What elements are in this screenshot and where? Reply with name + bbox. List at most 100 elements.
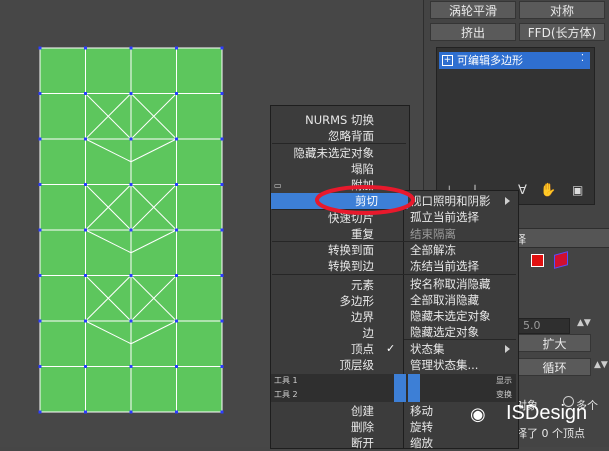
vertex [84,365,87,368]
remove-modifier-icon[interactable]: ✋ [540,183,556,198]
menu-left-item-label: 元素 [351,278,374,292]
menu-left-item[interactable]: 断开 [272,435,380,451]
submenu-arrow-icon [505,345,510,353]
quad-title-left: 工具 1 [274,376,298,385]
vertex [38,228,42,232]
vertex [38,183,42,186]
menu-left-item[interactable]: 顶点 ✓ [272,341,395,357]
vertex [129,92,133,95]
menu-separator [404,274,516,275]
menu-left-item-label: 多边形 [339,294,375,308]
menu-left-item[interactable]: 转换到边 [272,258,380,274]
menu-right-item-label: 结束隔离 [410,227,456,241]
menu-separator [272,241,406,242]
expand-plus-icon[interactable]: + [442,55,453,66]
menu-left-item[interactable]: 元素 [272,277,380,293]
menu-left-item-label: 隐藏未选定对象 [293,146,375,160]
vertex [220,137,224,141]
spinner-arrows-icon[interactable]: ▲▼ [577,318,591,328]
menu-right-item[interactable]: 结束隔离 [404,226,516,242]
menu-right-item-label: 缩放 [410,436,433,450]
menu-left-item[interactable]: 塌陷 [272,161,380,177]
menu-right-item[interactable]: 冻结当前选择 [404,258,516,274]
vertex [129,319,133,323]
element-mode-icon[interactable] [531,254,544,267]
menu-left-item[interactable]: 忽略背面 [272,128,380,144]
menu-right-item[interactable]: 按名称取消隐藏 [404,276,516,292]
vertex [175,183,178,186]
menu-left-item-label: NURMS 切换 [305,113,374,127]
vertex [220,365,224,368]
menu-left-item[interactable]: 删除 [272,419,380,435]
menu-right-item-label: 隐藏选定对象 [410,325,479,339]
menu-left-item-label: 删除 [351,420,374,434]
vertex [84,183,87,186]
vertex [84,228,87,232]
modifier-stack-item[interactable]: + 可编辑多边形 ⁚ [439,52,590,69]
modifier-stack[interactable]: + 可编辑多边形 ⁚ [436,47,595,205]
extrude-button[interactable]: 挤出 [430,23,516,41]
vertex [175,46,178,50]
menu-separator [404,241,516,242]
vertex [220,410,224,414]
menu-right-item[interactable]: 管理状态集... [404,357,516,373]
quad-switch-icon[interactable] [394,388,406,402]
menu-left-item[interactable]: 隐藏未选定对象 [272,145,380,161]
vertex [38,274,42,277]
menu-left-item[interactable]: 转换到面 [272,242,380,258]
settings-box-icon[interactable]: ▭ [274,181,282,190]
make-unique-icon[interactable]: ∀ [518,183,527,198]
wechat-icon: ◉ [470,404,486,425]
menu-left-item-label: 创建 [351,404,374,418]
menu-right-item[interactable]: 视口照明和阴影 [404,193,516,209]
menu-right-item[interactable]: 缩放 [404,435,516,451]
menu-right-item-label: 冻结当前选择 [410,259,479,273]
ffd-box-button[interactable]: FFD(长方体) [519,23,605,41]
vertex [175,274,178,277]
menu-right-item[interactable]: 隐藏未选定对象 [404,308,516,324]
quad-switch-icon[interactable] [394,374,406,388]
vertex [38,46,42,50]
vertex [175,92,178,95]
menu-right-item-label: 状态集 [410,342,445,356]
quad-switch-icon[interactable] [408,374,420,388]
grow-button[interactable]: 扩大 [518,334,591,352]
menu-left-item[interactable]: 顶层级 [272,357,380,373]
quad-switch-icon[interactable] [408,388,420,402]
menu-left-item-label: 边 [362,326,375,340]
menu-right-item[interactable]: 孤立当前选择 [404,209,516,225]
menu-right-item-label: 全部取消隐藏 [410,293,479,307]
vertex [129,365,133,368]
menu-left-item[interactable]: 边界 [272,309,380,325]
menu-right-item[interactable]: 状态集 [404,341,516,357]
menu-left-item[interactable]: 创建 [272,403,380,419]
loop-button[interactable]: 循环 [518,358,591,376]
turbosmooth-button[interactable]: 涡轮平滑 [430,1,516,19]
menu-left-item[interactable]: 多边形 [272,293,380,309]
submenu-arrow-icon [505,197,510,205]
vertex [220,183,224,186]
selection-rollout-header[interactable]: 择 [510,228,609,248]
menu-right-item[interactable]: 隐藏选定对象 [404,324,516,340]
menu-left-item-label: 忽略背面 [328,129,374,143]
menu-right-item-label: 按名称取消隐藏 [410,277,491,291]
menu-right-item-label: 隐藏未选定对象 [410,309,491,323]
vertex [129,183,133,186]
menu-right-item[interactable]: 全部取消隐藏 [404,292,516,308]
loop-spinner-icon[interactable]: ▲▼ [594,360,608,370]
quad-title-right: 显示 [496,376,512,385]
menu-right-item-label: 视口照明和阴影 [410,194,491,208]
menu-left-item-label: 顶点 [351,342,374,356]
menu-right-item[interactable]: 全部解冻 [404,242,516,258]
vertex [84,46,87,50]
menu-left-item[interactable]: 边 [272,325,380,341]
configure-sets-icon[interactable]: ▣ [572,183,583,197]
symmetry-button[interactable]: 对称 [519,1,605,19]
threshold-spinner[interactable]: 5.0 [518,318,570,334]
menu-left-item[interactable]: NURMS 切换 [272,112,380,128]
quad-title-right: 变换 [496,390,512,399]
vertex [84,410,87,414]
menu-left-item[interactable]: 重复 [272,226,380,242]
cube-mode-icon[interactable] [554,251,568,269]
quad-title-left: 工具 2 [274,390,298,399]
